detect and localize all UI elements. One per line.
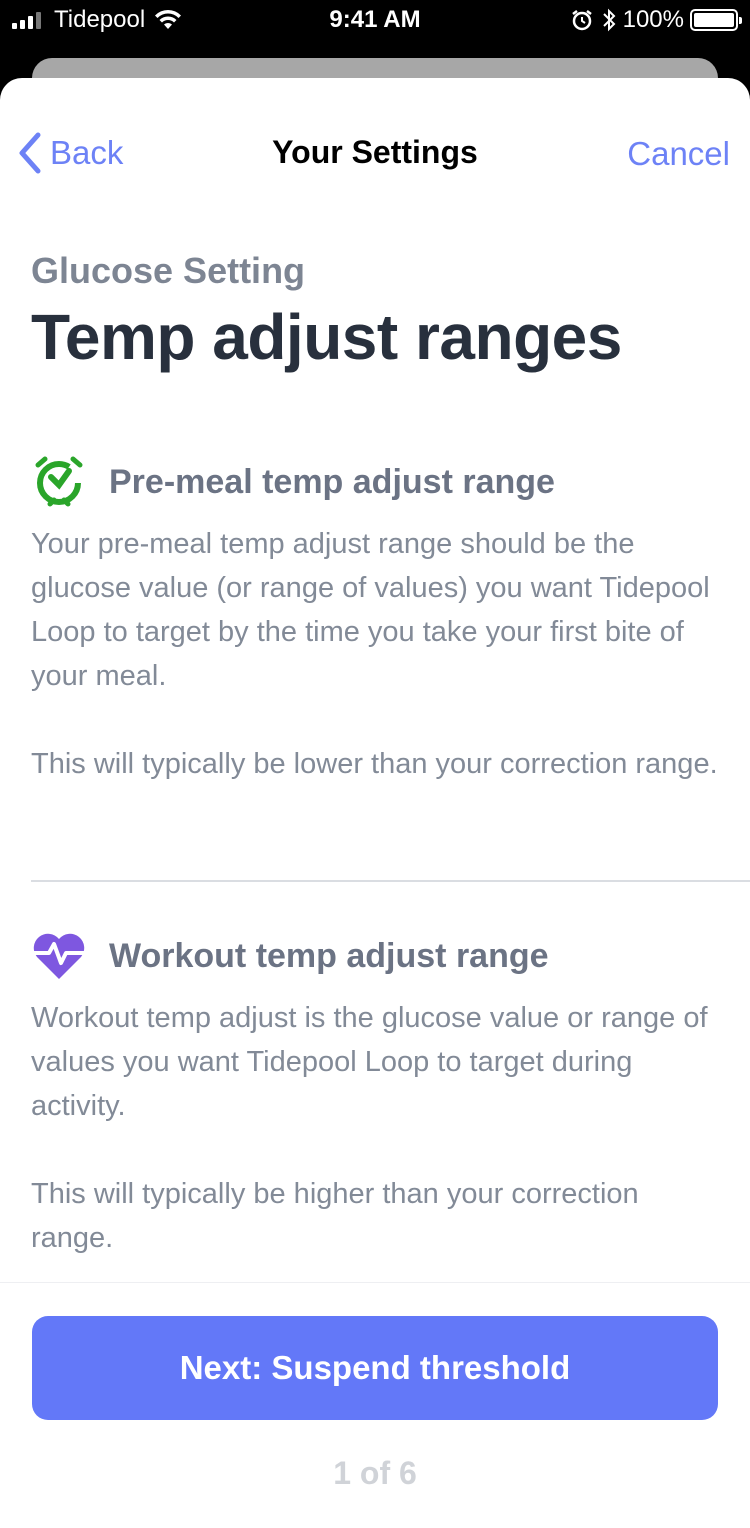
status-bar: Tidepool 9:41 AM 100%	[0, 0, 750, 40]
workout-paragraph: Workout temp adjust is the glucose value…	[31, 1002, 708, 1122]
footer: Next: Suspend threshold 1 of 6	[0, 1283, 750, 1528]
pre-meal-body: Your pre-meal temp adjust range should b…	[31, 522, 721, 786]
section-eyebrow: Glucose Setting	[31, 250, 306, 291]
next-button[interactable]: Next: Suspend threshold	[32, 1316, 718, 1420]
workout-body: Workout temp adjust is the glucose value…	[31, 996, 721, 1260]
pre-meal-paragraph: Your pre-meal temp adjust range should b…	[31, 528, 710, 692]
pre-meal-paragraph: This will typically be lower than your c…	[31, 748, 718, 780]
pre-meal-header: Pre-meal temp adjust range	[31, 452, 721, 512]
cancel-button[interactable]: Cancel	[627, 135, 730, 173]
status-right: 100%	[571, 6, 742, 34]
battery-percent: 100%	[622, 6, 684, 33]
workout-header: Workout temp adjust range	[31, 926, 721, 986]
pre-meal-timer-icon	[31, 454, 87, 510]
battery-icon	[690, 9, 742, 31]
navigation-bar: Back Your Settings Cancel	[0, 78, 750, 228]
bluetooth-icon	[602, 8, 616, 32]
workout-title: Workout temp adjust range	[109, 936, 549, 975]
section-divider	[31, 880, 750, 882]
workout-section: Workout temp adjust range Workout temp a…	[31, 926, 721, 1260]
step-indicator: 1 of 6	[333, 1455, 417, 1491]
alarm-icon	[571, 10, 592, 31]
settings-sheet: Back Your Settings Cancel Glucose Settin…	[0, 78, 750, 1528]
workout-paragraph: This will typically be higher than your …	[31, 1178, 639, 1254]
page-title: Temp adjust ranges	[31, 301, 622, 373]
pre-meal-section: Pre-meal temp adjust range Your pre-meal…	[31, 452, 721, 786]
pre-meal-title: Pre-meal temp adjust range	[109, 462, 555, 501]
workout-heart-icon	[31, 928, 87, 984]
